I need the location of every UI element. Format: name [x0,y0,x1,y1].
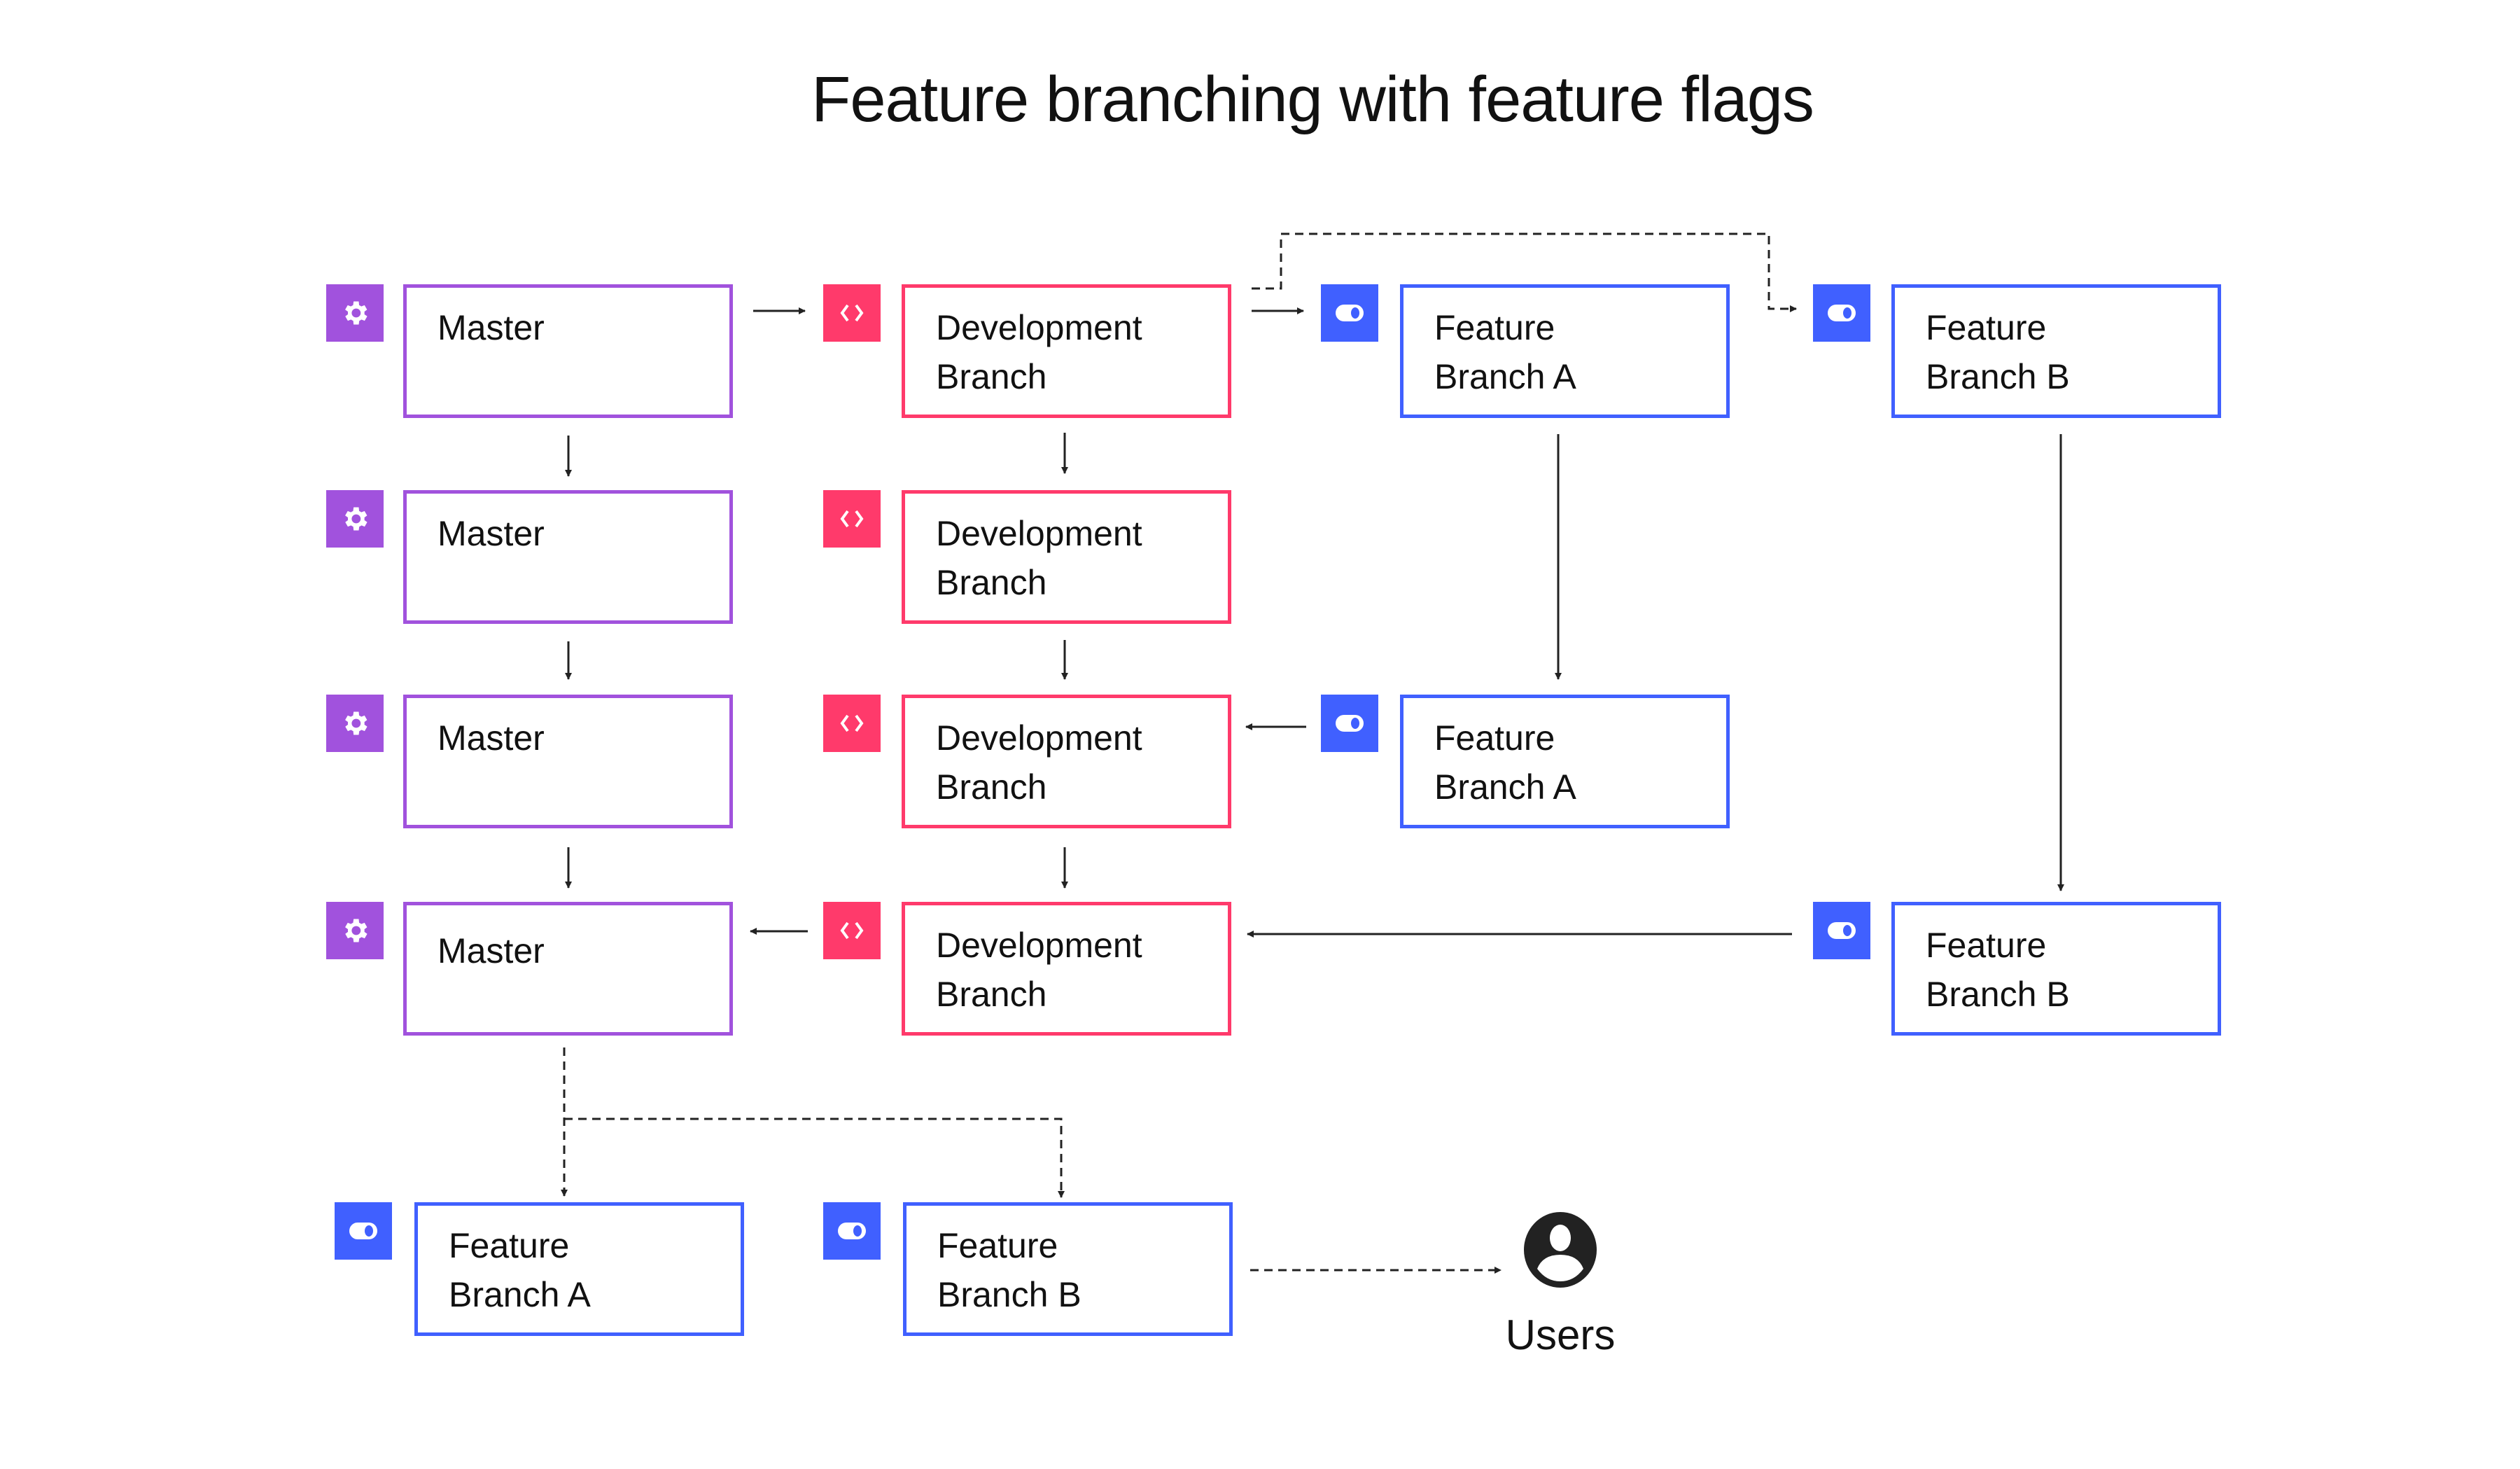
box-label-line2: Branch B [1926,975,2070,1014]
release-feature-a-box: Feature Branch A [414,1202,744,1336]
box-label-line1: Feature [1926,308,2047,347]
box-label-line1: Feature [937,1226,1058,1265]
master-box-1: Master [403,284,733,418]
box-label-line1: Feature [1434,308,1555,347]
box-label: Master [438,931,545,970]
development-box-4: Development Branch [902,902,1231,1036]
development-box-3: Development Branch [902,695,1231,828]
gear-icon [326,490,384,548]
toggle-icon [1321,284,1378,342]
toggle-icon [1813,284,1870,342]
feature-a-box-2: Feature Branch A [1400,695,1730,828]
box-label-line1: Feature [1926,926,2047,965]
development-box-2: Development Branch [902,490,1231,624]
code-brackets-icon [823,490,881,548]
toggle-icon [823,1202,881,1260]
feature-b-box-1: Feature Branch B [1891,284,2221,418]
master-box-2: Master [403,490,733,624]
box-label-line2: Branch A [1434,767,1576,807]
feature-a-box-1: Feature Branch A [1400,284,1730,418]
box-label-line1: Development [936,718,1142,758]
code-brackets-icon [823,284,881,342]
box-label-line2: Branch B [937,1275,1082,1314]
master-box-3: Master [403,695,733,828]
box-label-line2: Branch [936,767,1047,807]
users-label: Users [1505,1311,1616,1358]
gear-icon [326,902,384,959]
box-label-line2: Branch A [1434,357,1576,396]
box-label-line2: Branch [936,357,1047,396]
box-label-line1: Development [936,514,1142,553]
toggle-icon [1321,695,1378,752]
box-label-line1: Feature [449,1226,570,1265]
code-brackets-icon [823,695,881,752]
feature-b-box-2: Feature Branch B [1891,902,2221,1036]
user-circle-icon [1524,1212,1597,1288]
box-label-line2: Branch [936,563,1047,602]
master-box-4: Master [403,902,733,1036]
toggle-icon [335,1202,392,1260]
box-label-line1: Development [936,308,1142,347]
dashed-master-to-release-b [564,1118,1065,1198]
box-label-line1: Development [936,926,1142,965]
box-label-line2: Branch B [1926,357,2070,396]
gear-icon [326,284,384,342]
release-feature-b-box: Feature Branch B [903,1202,1233,1336]
box-label-line2: Branch A [449,1275,591,1314]
box-label-line2: Branch [936,975,1047,1014]
box-label: Master [438,514,545,553]
box-label: Master [438,308,545,347]
gear-icon [326,695,384,752]
development-box-1: Development Branch [902,284,1231,418]
toggle-icon [1813,902,1870,959]
box-label-line1: Feature [1434,718,1555,758]
code-brackets-icon [823,902,881,959]
box-label: Master [438,718,545,758]
